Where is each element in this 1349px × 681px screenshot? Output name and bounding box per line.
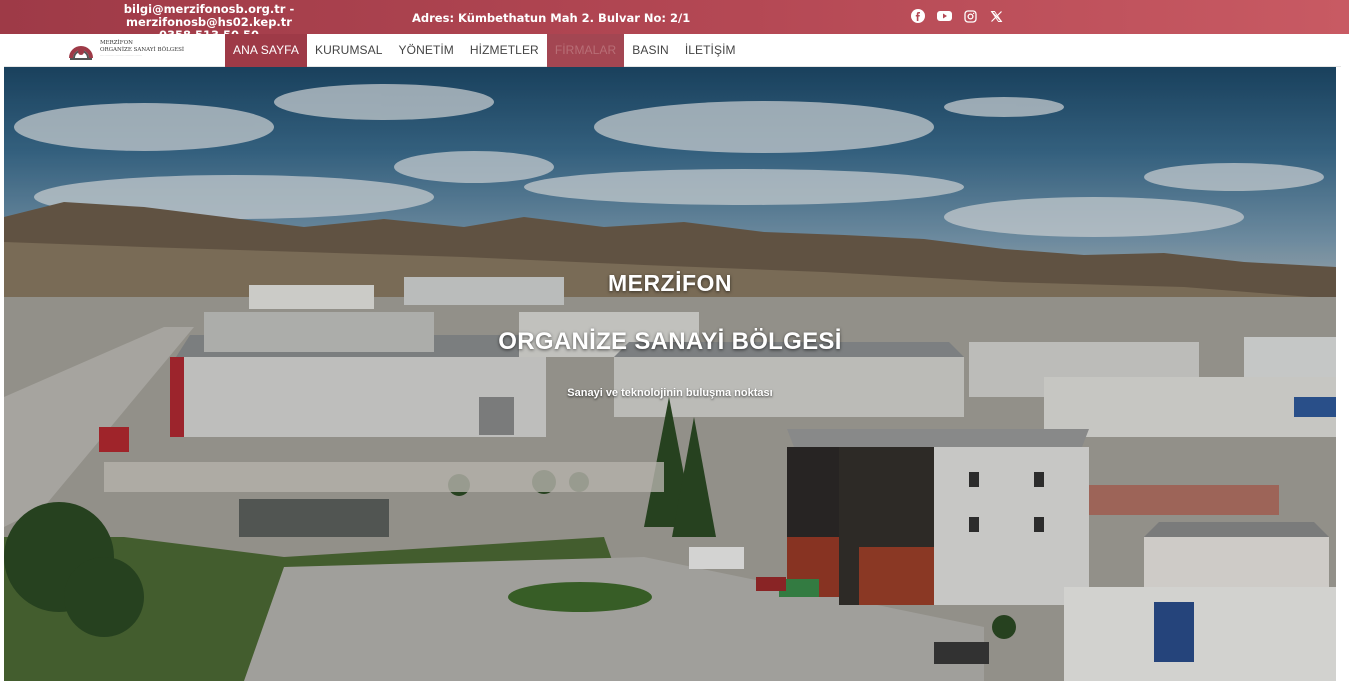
menu-item-iletisim[interactable]: İLETİŞİM xyxy=(677,34,744,67)
facebook-icon[interactable] xyxy=(910,8,926,24)
menu-item-kurumsal[interactable]: KURUMSAL xyxy=(307,34,390,67)
hero-title: MERZİFON xyxy=(607,270,733,296)
menu-item-firmalar[interactable]: FİRMALAR xyxy=(546,34,625,67)
hero-dim-overlay xyxy=(4,67,1336,681)
instagram-icon[interactable] xyxy=(962,8,978,24)
hero-tagline: Sanayi ve teknolojinin buluşma noktası xyxy=(567,387,773,399)
menu-item-hizmetler[interactable]: HİZMETLER xyxy=(462,34,547,67)
hero-banner: MERZİFON ORGANİZE SANAYİ BÖLGESİ Sanayi … xyxy=(4,67,1336,681)
youtube-icon[interactable] xyxy=(936,8,952,24)
main-navbar: MERZİFON ORGANİZE SANAYİ BÖLGESİ ·······… xyxy=(4,34,1341,67)
menu-item-ana-sayfa[interactable]: ANA SAYFA xyxy=(225,34,308,67)
address-text: Adres: Kümbethatun Mah 2. Bulvar No: 2/1 xyxy=(412,11,691,25)
osb-emblem-icon xyxy=(69,46,93,60)
site-logo[interactable]: MERZİFON ORGANİZE SANAYİ BÖLGESİ ·······… xyxy=(68,38,184,62)
main-menu: ANA SAYFA KURUMSAL YÖNETİM HİZMETLER FİR… xyxy=(225,34,744,67)
social-links xyxy=(910,8,1004,24)
menu-item-basin[interactable]: BASIN xyxy=(624,34,677,67)
top-contact-bar: bilgi@merzifonosb.org.tr - merzifonosb@h… xyxy=(0,0,1349,42)
logo-sub-line: ······································ xyxy=(100,54,143,59)
x-icon[interactable] xyxy=(988,8,1004,24)
menu-item-yonetim[interactable]: YÖNETİM xyxy=(391,34,462,67)
logo-text: MERZİFON ORGANİZE SANAYİ BÖLGESİ ·······… xyxy=(100,40,184,60)
contact-email[interactable]: bilgi@merzifonosb.org.tr - merzifonosb@h… xyxy=(64,3,354,29)
hero-subtitle: ORGANİZE SANAYİ BÖLGESİ xyxy=(498,328,842,355)
